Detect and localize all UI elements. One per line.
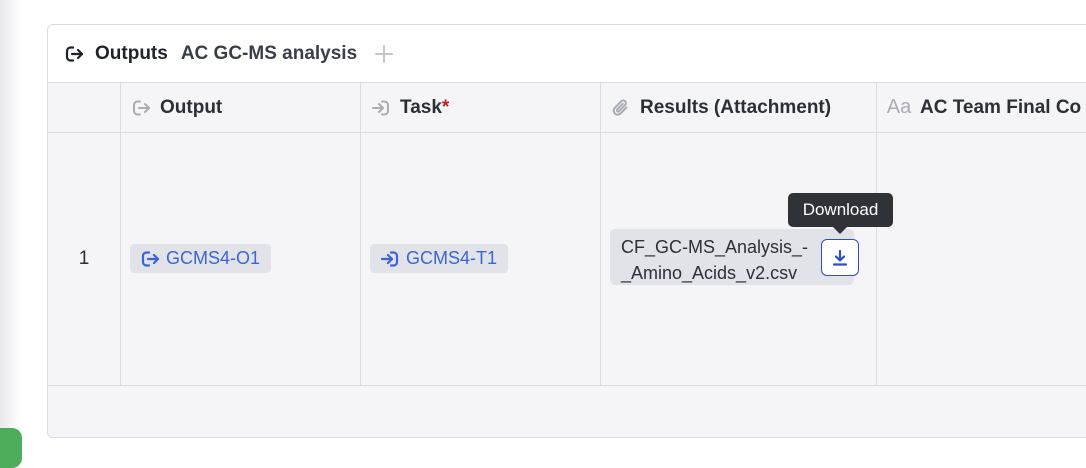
panel-title: Outputs bbox=[95, 42, 168, 64]
tooltip-arrow bbox=[833, 227, 847, 234]
panel-header: Outputs AC GC-MS analysis bbox=[48, 25, 1086, 83]
required-marker: * bbox=[441, 96, 450, 118]
plus-icon bbox=[375, 44, 394, 63]
column-header-label: Task bbox=[400, 96, 442, 118]
outputs-panel: Outputs AC GC-MS analysis Output Task * … bbox=[47, 24, 1086, 438]
column-header-final-comments[interactable]: Aa AC Team Final Co bbox=[886, 83, 1086, 132]
column-divider bbox=[600, 83, 601, 385]
column-divider bbox=[120, 83, 121, 385]
column-header-label: AC Team Final Co bbox=[920, 96, 1082, 118]
add-tab-button[interactable] bbox=[373, 43, 395, 65]
output-link-label: GCMS4-O1 bbox=[166, 248, 261, 268]
attachment-chip[interactable]: CF_GC-MS_Analysis_- _Amino_Acids_v2.csv bbox=[610, 229, 854, 285]
row-divider bbox=[48, 385, 1086, 386]
row-number: 1 bbox=[78, 247, 90, 269]
column-header-task[interactable]: Task * bbox=[370, 83, 598, 132]
task-arrow-icon bbox=[370, 97, 392, 119]
task-link-label: GCMS4-T1 bbox=[406, 248, 498, 268]
column-header-output[interactable]: Output bbox=[130, 83, 358, 132]
status-indicator[interactable] bbox=[0, 428, 22, 468]
column-header-results[interactable]: Results (Attachment) bbox=[610, 83, 874, 132]
output-cell[interactable]: GCMS4-O1 bbox=[130, 132, 358, 385]
task-cell[interactable]: GCMS4-T1 bbox=[370, 132, 598, 385]
text-aa-icon: Aa bbox=[886, 96, 912, 118]
output-link-chip[interactable]: GCMS4-O1 bbox=[130, 244, 272, 273]
output-arrow-icon bbox=[130, 97, 152, 119]
column-header-label: Results (Attachment) bbox=[640, 96, 832, 118]
column-divider bbox=[360, 83, 361, 385]
row-number-cell: 1 bbox=[48, 132, 120, 385]
output-arrow-icon bbox=[140, 249, 160, 269]
download-tooltip: Download bbox=[788, 193, 893, 227]
attachment-filename: CF_GC-MS_Analysis_- _Amino_Acids_v2.csv bbox=[621, 234, 821, 286]
panel-subtitle[interactable]: AC GC-MS analysis bbox=[181, 43, 357, 65]
paperclip-icon bbox=[610, 97, 632, 119]
column-header-label: Output bbox=[160, 96, 223, 118]
task-arrow-icon bbox=[380, 249, 400, 269]
output-arrow-icon bbox=[64, 44, 84, 64]
download-icon bbox=[832, 249, 848, 266]
download-button[interactable] bbox=[821, 239, 859, 276]
column-divider bbox=[876, 83, 877, 385]
attachment-filename-line1: CF_GC-MS_Analysis_- bbox=[621, 237, 809, 257]
sidebar-edge bbox=[0, 0, 22, 452]
task-link-chip[interactable]: GCMS4-T1 bbox=[370, 244, 509, 273]
attachment-filename-line2: _Amino_Acids_v2.csv bbox=[621, 263, 798, 283]
outputs-table: Output Task * Results (Attachment) Aa AC … bbox=[48, 83, 1086, 437]
